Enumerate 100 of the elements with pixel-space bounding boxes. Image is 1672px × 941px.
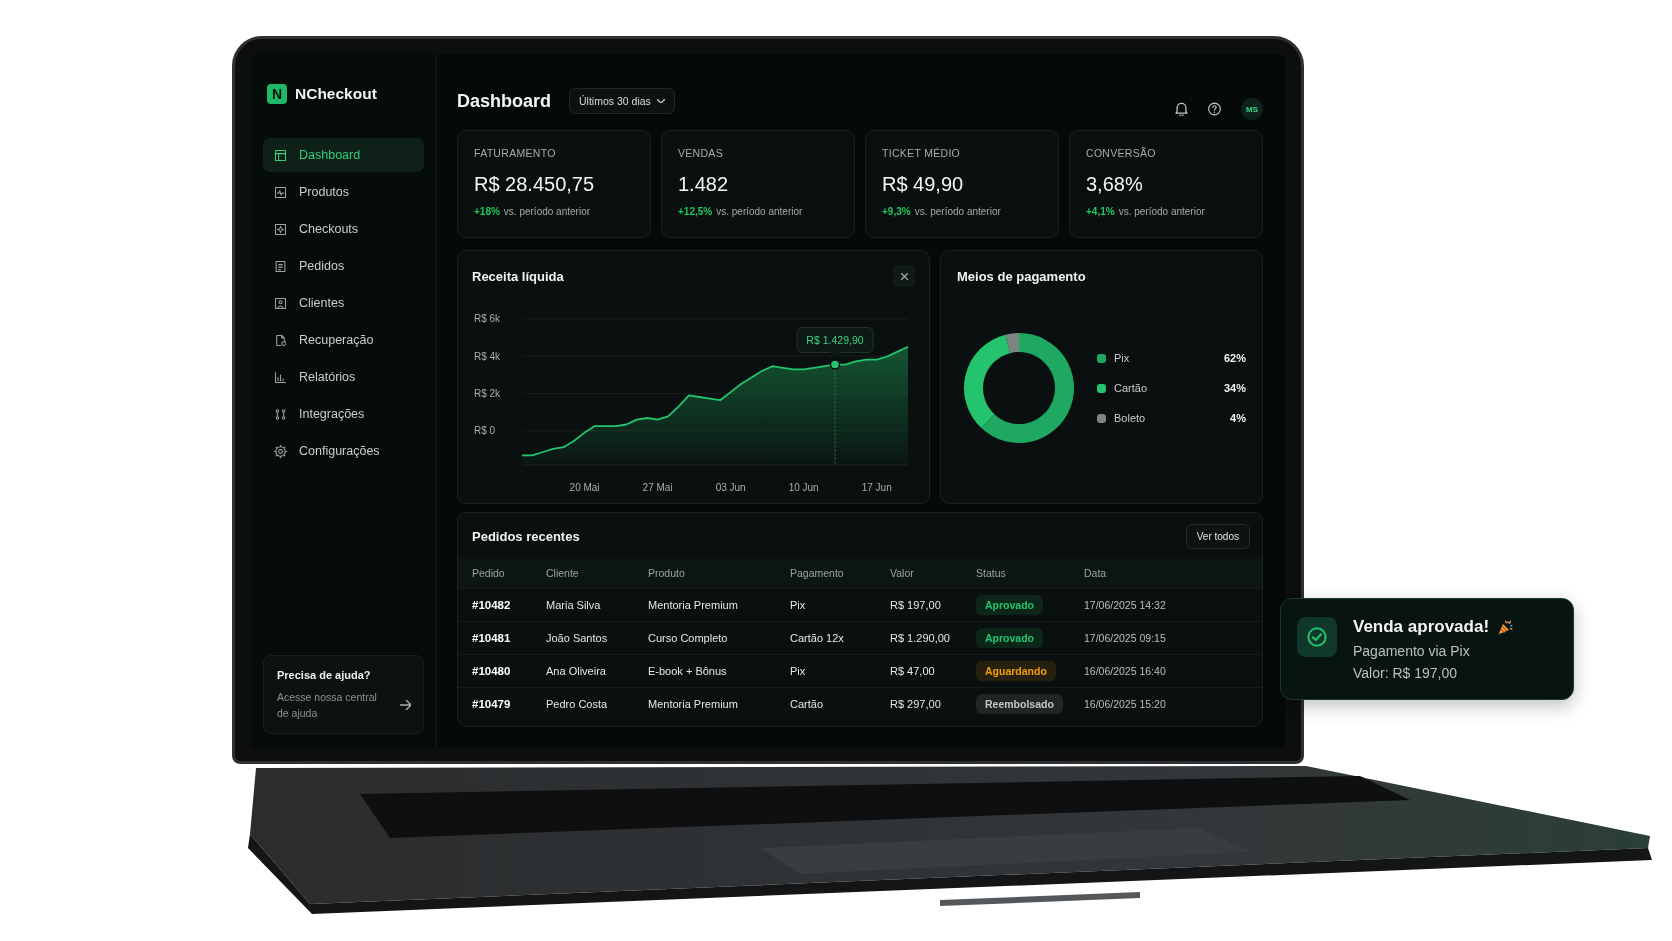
chart-title: Receita líquida [472, 268, 564, 284]
table-cell-text: João Santos [546, 632, 609, 644]
table-cell-text: Curso Completo [648, 632, 729, 644]
nav-item[interactable]: Dashboard [263, 138, 424, 172]
table-cell-text: 17/06/2025 14:32 [1084, 599, 1167, 611]
column-header: Status [976, 567, 1007, 579]
x-axis-label: 17 Jun [861, 482, 892, 493]
column-header: Pedido [472, 567, 506, 579]
x-axis-label: 03 Jun [715, 482, 746, 493]
arrow-right-icon [400, 700, 411, 710]
table-cell-text: Mentoria Premium [648, 698, 739, 710]
toast-title: Venda aprovada! [1353, 617, 1490, 637]
status-badge: Reembolsado [976, 694, 1063, 714]
chart-title: Meios de pagamento [957, 268, 1086, 284]
logo-mark: N [267, 84, 287, 104]
kpi-label: VENDAS [678, 147, 724, 159]
legend-value: 62% [1223, 352, 1246, 364]
table-cell-text: 16/06/2025 15:20 [1084, 698, 1167, 710]
table-title: Pedidos recentes [472, 529, 580, 544]
chevron-down-icon [656, 99, 665, 103]
legend-label: Pix [1114, 352, 1131, 364]
nodes-icon [273, 406, 288, 422]
toast-text: Valor: R$ 197,00 [1353, 665, 1459, 681]
table-cell-text: Maria Silva [546, 599, 602, 611]
table-cell-text: 16/06/2025 16:40 [1084, 665, 1167, 677]
kpi-comparison: vs. período anterior [716, 206, 803, 217]
status-badge: Aprovado [976, 595, 1043, 615]
legend-label: Cartão [1114, 382, 1149, 394]
nav-item[interactable]: Configurações [263, 434, 424, 468]
page-title: Dashboard [457, 90, 552, 112]
brand-name: NCheckout [295, 85, 377, 103]
legend-value: 4% [1230, 412, 1246, 424]
table-cell-text: Pix [790, 599, 807, 611]
kpi-delta: +18% [474, 206, 500, 217]
column-header: Data [1084, 567, 1108, 579]
kpi-value: 1.482 [678, 173, 730, 196]
kpi-delta: +9,3% [882, 206, 911, 217]
nav-item[interactable]: Relatórios [263, 360, 424, 394]
file-refresh-icon [273, 332, 288, 348]
y-axis-label: R$ 2k [474, 387, 501, 399]
kpi-value: 3,68% [1086, 173, 1144, 196]
column-header: Cliente [546, 567, 580, 579]
help-title: Precisa de ajuda? [277, 669, 372, 681]
x-axis-label: 27 Mai [642, 482, 673, 493]
party-popper-icon [1497, 618, 1515, 636]
table-cell-text: Cartão [790, 698, 825, 710]
nav-item[interactable]: Produtos [263, 175, 424, 209]
column-header: Pagamento [790, 567, 845, 579]
settings-icon [273, 443, 288, 459]
table-cell-text: #10481 [472, 632, 512, 644]
document-icon [273, 258, 288, 274]
period-dropdown[interactable]: Últimos 30 dias [569, 88, 675, 114]
x-axis-label: 10 Jun [788, 482, 819, 493]
layout-icon [273, 147, 288, 163]
chart-tooltip: R$ 1.429,90 [796, 327, 874, 358]
nav-item[interactable]: Clientes [263, 286, 424, 320]
kpi-comparison: vs. período anterior [503, 206, 591, 217]
kpi-value: R$ 49,90 [882, 173, 965, 196]
kpi-delta: +12,5% [678, 206, 713, 217]
table-cell-text: #10482 [472, 599, 512, 611]
user-avatar[interactable]: MS [1241, 98, 1263, 120]
table-cell-text: 17/06/2025 09:15 [1084, 632, 1167, 644]
kpi-value: R$ 28.450,75 [474, 173, 596, 196]
bar-chart-icon [273, 369, 288, 385]
nav-item[interactable]: Pedidos [263, 249, 424, 283]
help-icon[interactable] [1208, 102, 1221, 116]
y-axis-label: R$ 6k [474, 313, 501, 325]
table-cell-text: Ana Oliveira [546, 665, 607, 677]
table-cell-text: E-book + Bônus [648, 665, 728, 677]
status-badge: Aguardando [976, 661, 1056, 681]
nav-item[interactable]: Recuperação [263, 323, 424, 357]
table-cell-text: R$ 197,00 [890, 599, 942, 611]
kpi-label: CONVERSÃO [1086, 147, 1157, 159]
table-cell-text: Mentoria Premium [648, 599, 739, 611]
kpi-comparison: vs. período anterior [1118, 206, 1205, 217]
x-axis-label: 20 Mai [569, 482, 600, 493]
legend-value: 34% [1223, 382, 1246, 394]
y-axis-label: R$ 4k [474, 350, 501, 362]
table-cell-text: Pedro Costa [546, 698, 609, 710]
status-badge: Aprovado [976, 628, 1043, 648]
toast-text: Pagamento via Pix [1353, 643, 1471, 659]
table-cell-text: R$ 1.290,00 [890, 632, 951, 644]
kpi-delta: +4,1% [1086, 206, 1115, 217]
legend-label: Boleto [1114, 412, 1147, 424]
view-all-button[interactable]: Ver todos [1185, 524, 1250, 549]
table-cell-text: #10480 [472, 665, 512, 677]
table-cell-text: R$ 47,00 [890, 665, 936, 677]
bell-icon[interactable] [1175, 102, 1188, 116]
kpi-label: FATURAMENTO [474, 147, 557, 159]
help-card[interactable]: Precisa de ajuda? Acesse nossa central de ajuda [263, 655, 424, 734]
close-icon [900, 272, 908, 280]
close-button[interactable] [893, 265, 915, 287]
kpi-label: TICKET MÉDIO [882, 147, 962, 159]
y-axis-label: R$ 0 [474, 425, 496, 437]
nav-item[interactable]: Checkouts [263, 212, 424, 246]
table-cell-text: R$ 297,00 [890, 698, 942, 710]
data-point-marker [829, 359, 841, 370]
table-cell-text: Pix [790, 665, 807, 677]
table-cell-text: Cartão 12x [790, 632, 845, 644]
nav-item[interactable]: Integrações [263, 397, 424, 431]
